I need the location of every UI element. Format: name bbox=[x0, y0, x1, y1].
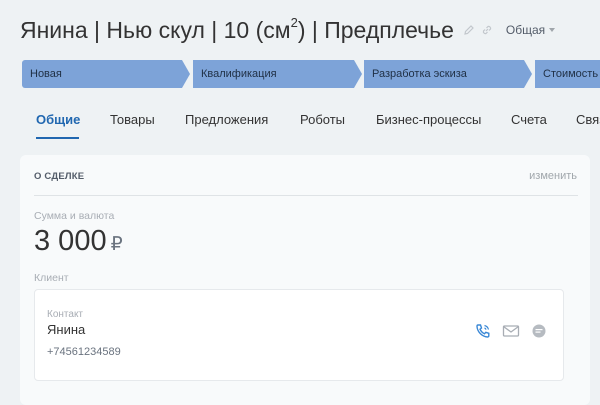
pencil-icon[interactable] bbox=[462, 23, 476, 37]
active-tab-indicator bbox=[36, 137, 79, 139]
tab-general[interactable]: Общие bbox=[36, 112, 80, 127]
divider bbox=[34, 195, 578, 196]
tab-robots[interactable]: Роботы bbox=[300, 112, 345, 127]
section-title: О СДЕЛКЕ bbox=[34, 171, 85, 182]
tab-offers[interactable]: Предложения bbox=[185, 112, 268, 127]
tab-links[interactable]: Связ bbox=[576, 112, 600, 127]
phone-icon[interactable] bbox=[473, 321, 493, 341]
deal-header: Янина | Нью скул | 10 (см2) | Предплечье… bbox=[20, 14, 556, 46]
edit-link[interactable]: изменить bbox=[529, 170, 577, 182]
client-label: Клиент bbox=[34, 272, 69, 284]
contact-phone[interactable]: +74561234589 bbox=[47, 346, 121, 358]
amount-number: 3 000 bbox=[34, 225, 107, 257]
contact-name[interactable]: Янина bbox=[47, 322, 85, 337]
stage-cost[interactable]: Стоимость bbox=[535, 60, 600, 88]
deal-card: О СДЕЛКЕ изменить Сумма и валюта 3 000 ₽ … bbox=[20, 155, 590, 405]
category-dropdown[interactable]: Общая bbox=[505, 23, 556, 37]
deal-title: Янина | Нью скул | 10 (см2) | Предплечье bbox=[20, 14, 454, 43]
amount-value: 3 000 ₽ bbox=[34, 225, 123, 258]
tab-invoices[interactable]: Счета bbox=[511, 112, 547, 127]
tab-products[interactable]: Товары bbox=[110, 112, 155, 127]
contact-label: Контакт bbox=[47, 309, 84, 320]
deal-tabs: Общие Товары Предложения Роботы Бизнес-п… bbox=[0, 108, 600, 139]
tab-business-processes[interactable]: Бизнес-процессы bbox=[376, 112, 481, 127]
stage-new[interactable]: Новая bbox=[22, 60, 190, 88]
stage-qualification[interactable]: Квалификация bbox=[193, 60, 362, 88]
chat-icon[interactable] bbox=[529, 321, 549, 341]
category-label: Общая bbox=[505, 23, 546, 37]
chevron-down-icon bbox=[549, 28, 556, 32]
stage-sketch[interactable]: Разработка эскиза bbox=[364, 60, 532, 88]
currency-symbol: ₽ bbox=[110, 234, 123, 255]
link-icon[interactable] bbox=[480, 23, 494, 37]
client-card: Контакт Янина +74561234589 bbox=[34, 289, 564, 381]
amount-label: Сумма и валюта bbox=[34, 210, 115, 222]
contact-actions bbox=[473, 321, 549, 341]
pipeline-stages: Новая Квалификация Разработка эскиза Сто… bbox=[22, 60, 600, 88]
mail-icon[interactable] bbox=[501, 321, 521, 341]
